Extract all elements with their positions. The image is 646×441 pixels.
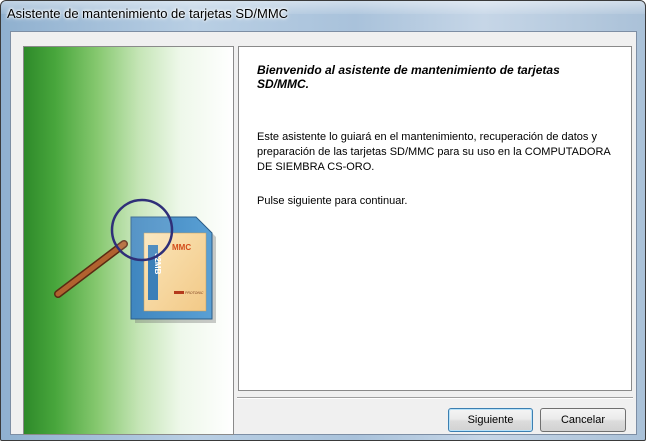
- sd-card-magnifier-illustration: 32MB MMC PROTONIC: [54, 198, 216, 323]
- title-bar[interactable]: Asistente de mantenimiento de tarjetas S…: [1, 1, 645, 27]
- card-type-label: MMC: [172, 243, 191, 252]
- wizard-description: Este asistente lo guiará en el mantenimi…: [257, 131, 611, 173]
- card-brand-label: PROTONIC: [185, 291, 204, 295]
- welcome-heading: Bienvenido al asistente de mantenimiento…: [257, 63, 560, 91]
- window-title: Asistente de mantenimiento de tarjetas S…: [7, 6, 289, 21]
- wizard-side-banner: 32MB MMC PROTONIC: [23, 46, 234, 435]
- cancel-button[interactable]: Cancelar: [540, 408, 626, 432]
- button-separator: [237, 397, 633, 399]
- wizard-window: Asistente de mantenimiento de tarjetas S…: [0, 0, 646, 441]
- wizard-content-panel: Bienvenido al asistente de mantenimiento…: [238, 46, 632, 391]
- wizard-client-area: 32MB MMC PROTONIC Bienvenido al asistent…: [10, 31, 637, 435]
- continue-instruction: Pulse siguiente para continuar.: [257, 195, 408, 207]
- next-button[interactable]: Siguiente: [448, 408, 533, 432]
